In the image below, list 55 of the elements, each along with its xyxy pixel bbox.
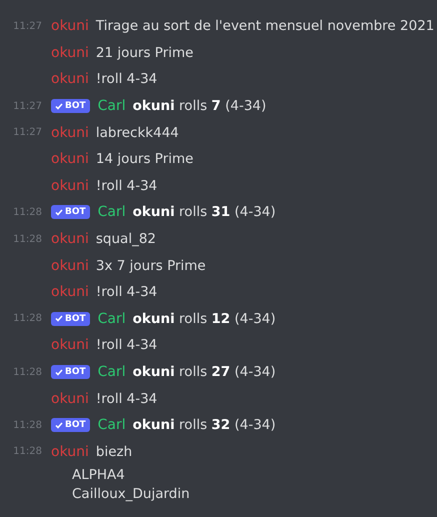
timestamp: 11:27: [12, 20, 42, 32]
check-icon: [55, 422, 63, 429]
timestamp: 11:27: [12, 127, 42, 138]
author-name[interactable]: okuni: [51, 18, 89, 34]
timestamp: 11:28: [12, 206, 42, 218]
timestamp: 11:28: [12, 234, 42, 245]
check-icon: [55, 368, 63, 376]
timestamp: 11:28: [12, 366, 42, 378]
message-text: !roll 4-34: [96, 337, 158, 354]
author-name[interactable]: Carl: [98, 364, 126, 380]
check-icon: [55, 315, 63, 322]
message-text: 3x 7 jours Prime: [96, 258, 206, 274]
timestamp: 11:28: [12, 420, 42, 431]
message-text: !roll 4-34: [96, 284, 158, 300]
author-name[interactable]: okuni: [51, 151, 89, 168]
author-name[interactable]: okuni: [51, 124, 89, 141]
author-name[interactable]: okuni: [51, 337, 89, 354]
author-name[interactable]: Carl: [98, 98, 126, 114]
author-name[interactable]: okuni: [51, 284, 89, 300]
message-text: okuni rolls 7 (4-34): [132, 98, 266, 114]
message-text: biezh: [96, 444, 132, 460]
bot-badge: BOT: [51, 205, 90, 220]
message-text: labreckk444: [96, 124, 179, 141]
message-text: Tirage au sort de l'event mensuel novembre 2021: [96, 18, 434, 34]
bot-badge: BOT: [51, 99, 90, 114]
message-text: okuni rolls 31 (4-34): [132, 204, 276, 220]
author-name[interactable]: okuni: [51, 444, 89, 460]
message-text: Cailloux_Dujardin: [72, 486, 190, 502]
message-text: 14 jours Prime: [96, 151, 194, 168]
author-name[interactable]: okuni: [51, 71, 89, 88]
author-name[interactable]: okuni: [51, 44, 89, 61]
message-text: !roll 4-34: [96, 71, 158, 88]
author-name[interactable]: okuni: [51, 258, 89, 274]
author-name[interactable]: okuni: [51, 178, 89, 194]
author-name[interactable]: Carl: [98, 417, 126, 434]
bot-badge: BOT: [51, 365, 90, 380]
check-icon: [55, 102, 63, 110]
check-icon: [55, 208, 63, 216]
message-text: 21 jours Prime: [96, 44, 194, 61]
author-name[interactable]: Carl: [98, 310, 126, 327]
timestamp: 11:28: [12, 313, 42, 324]
message-text: okuni rolls 32 (4-34): [132, 417, 276, 434]
timestamp: 11:27: [12, 100, 42, 112]
bot-badge: BOT: [51, 312, 90, 326]
bot-badge: BOT: [51, 418, 90, 432]
author-name[interactable]: okuni: [51, 231, 89, 248]
message-text: !roll 4-34: [96, 390, 158, 407]
message-text: okuni rolls 12 (4-34): [132, 310, 276, 327]
author-name[interactable]: Carl: [98, 204, 126, 220]
message-text: okuni rolls 27 (4-34): [132, 364, 276, 380]
author-name[interactable]: okuni: [51, 390, 89, 407]
message-text: !roll 4-34: [96, 178, 158, 194]
timestamp: 11:28: [12, 446, 42, 458]
message-text: squal_82: [96, 231, 156, 248]
message-text: ALPHA4: [72, 466, 125, 483]
